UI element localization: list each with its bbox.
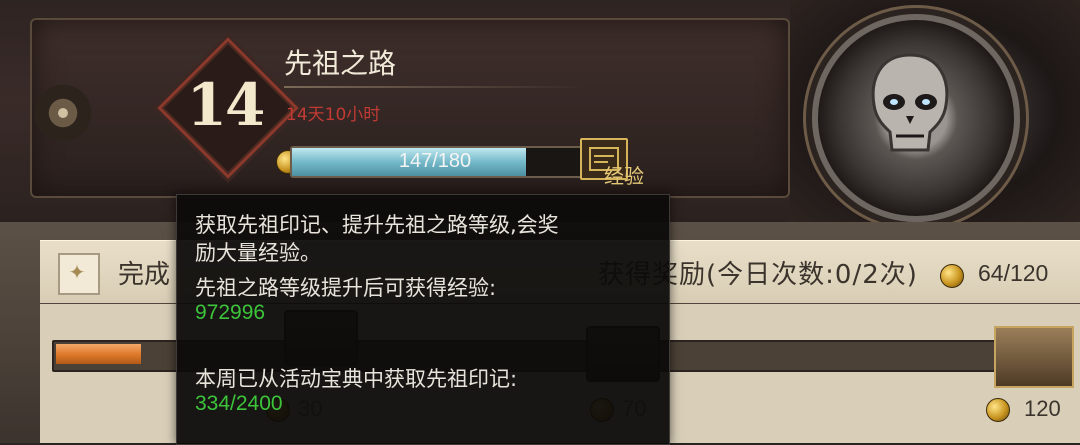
level-number: 14 [186,71,266,139]
time-remaining: 14天10小时 [286,105,381,125]
compass-icon: ✦ [68,260,86,284]
page-title: 先祖之路 [284,47,397,80]
tooltip-exp-value: 972996 [195,301,266,324]
milestone-value: 120 [1024,396,1061,421]
skull-emblem-icon [871,53,949,152]
tooltip-line: 先祖之路等级提升后可获得经验: [195,276,497,300]
tooltip-line: 本周已从活动宝典中获取先祖印记: [195,367,518,391]
exp-button-label[interactable]: 经验 [604,160,644,189]
task-coin-icon [940,264,964,288]
reward-chest-3[interactable] [994,326,1074,388]
left-ornament-icon [30,80,96,146]
reward-progress-fill [56,344,141,364]
tooltip-line: 获取先祖印记、提升先祖之路等级,会奖 [195,213,559,237]
task-label: 完成 [118,260,171,290]
info-tooltip: 获取先祖印记、提升先祖之路等级,会奖 励大量经验。 先祖之路等级提升后可获得经验… [176,194,670,445]
exp-progress-text: 147/180 [398,150,472,172]
milestone-coin-icon [986,398,1010,422]
task-reward-value: 64/120 [978,260,1049,286]
tooltip-mark-value: 334/2400 [195,392,283,415]
title-divider [284,86,584,88]
tooltip-line: 励大量经验。 [195,241,321,265]
